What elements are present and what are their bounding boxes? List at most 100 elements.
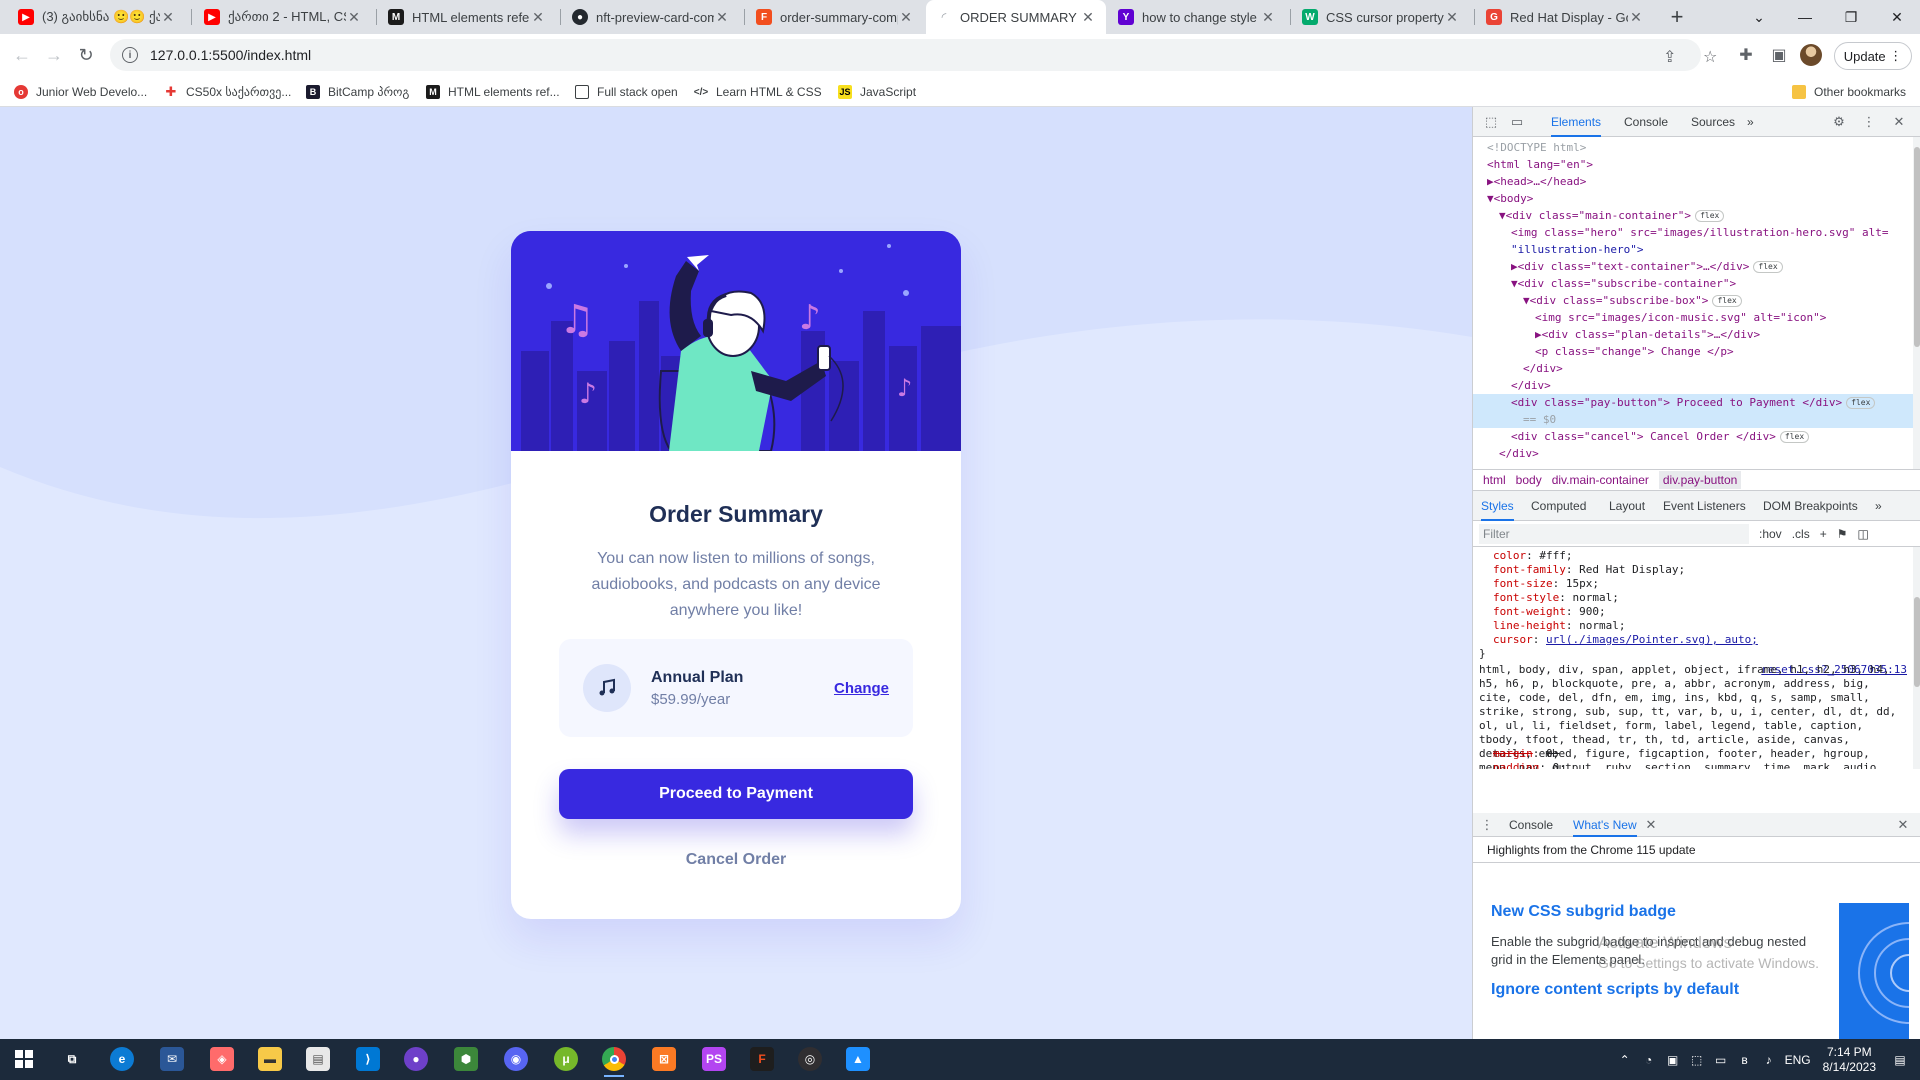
- minimize-button[interactable]: —: [1782, 0, 1828, 34]
- forward-button[interactable]: →: [40, 41, 68, 69]
- dom-line[interactable]: </div>: [1473, 377, 1913, 394]
- dom-line[interactable]: ▼<div class="subscribe-container">: [1473, 275, 1913, 292]
- dom-line[interactable]: </div>: [1473, 445, 1913, 462]
- close-icon[interactable]: ✕: [530, 9, 546, 26]
- xampp-icon[interactable]: ⊠: [652, 1047, 676, 1071]
- chrome-icon[interactable]: [602, 1047, 626, 1077]
- tab-search-icon[interactable]: ⌄: [1736, 0, 1782, 34]
- flex-badge[interactable]: flex: [1712, 295, 1742, 307]
- close-icon[interactable]: ✕: [346, 9, 362, 26]
- windows-start-icon[interactable]: [12, 1047, 36, 1071]
- more-tabs-icon[interactable]: »: [1875, 491, 1882, 521]
- side-panel-icon[interactable]: ▣: [1768, 44, 1790, 66]
- dom-line[interactable]: <p class="change"> Change </p>: [1473, 343, 1913, 360]
- extensions-icon[interactable]: ✚: [1735, 44, 1757, 66]
- kebab-menu-icon[interactable]: ⋮: [1479, 817, 1495, 833]
- close-icon[interactable]: ✕: [1080, 9, 1096, 26]
- tab-7[interactable]: W CSS cursor property ✕: [1292, 0, 1470, 34]
- tab-4[interactable]: F order-summary-comp ✕: [746, 0, 924, 34]
- other-bookmarks[interactable]: Other bookmarks: [1792, 82, 1906, 102]
- dom-line[interactable]: ▼<div class="main-container"> flex: [1473, 207, 1913, 224]
- bookmark-item[interactable]: Full stack open: [575, 82, 678, 102]
- hov-toggle[interactable]: :hov: [1759, 527, 1782, 541]
- drawer-tab-console[interactable]: Console: [1509, 813, 1553, 837]
- edge-icon[interactable]: e: [110, 1047, 134, 1071]
- tab-6[interactable]: Y how to change style in ✕: [1108, 0, 1286, 34]
- close-icon[interactable]: ✕: [1444, 9, 1460, 26]
- bookmark-item[interactable]: M HTML elements ref...: [426, 82, 560, 102]
- cancel-order-button[interactable]: Cancel Order: [511, 851, 961, 869]
- dom-scrollbar[interactable]: [1913, 137, 1920, 469]
- dom-line[interactable]: </div>: [1473, 360, 1913, 377]
- settings-gear-icon[interactable]: ⚙: [1831, 114, 1847, 130]
- figma-icon[interactable]: F: [750, 1047, 774, 1071]
- dom-line[interactable]: ▼<div class="subscribe-box"> flex: [1473, 292, 1913, 309]
- site-info-icon[interactable]: i: [122, 47, 138, 63]
- tab-console[interactable]: Console: [1624, 107, 1668, 137]
- bookmark-item[interactable]: ✚ CS50x საქართვე...: [164, 82, 291, 102]
- profile-avatar[interactable]: [1800, 44, 1822, 66]
- node-icon[interactable]: ⬢: [454, 1047, 478, 1071]
- flex-badge[interactable]: flex: [1846, 397, 1876, 409]
- css-declaration[interactable]: font-style: normal;: [1479, 591, 1913, 605]
- close-window-button[interactable]: ✕: [1874, 0, 1920, 34]
- css-declaration[interactable]: font-weight: 900;: [1479, 605, 1913, 619]
- dom-line-selected[interactable]: <div class="pay-button"> Proceed to Paym…: [1473, 394, 1913, 411]
- breadcrumb-item[interactable]: body: [1516, 473, 1542, 487]
- styles-scrollbar[interactable]: [1913, 547, 1920, 769]
- tray-app-icon[interactable]: ⬚: [1687, 1053, 1707, 1067]
- dom-line[interactable]: <div class="cancel"> Cancel Order </div>…: [1473, 428, 1913, 445]
- more-tabs-icon[interactable]: »: [1747, 107, 1754, 137]
- back-button[interactable]: ←: [8, 41, 36, 69]
- css-declaration[interactable]: padding: 0;: [1479, 761, 1913, 769]
- filter-input[interactable]: Filter: [1479, 523, 1749, 544]
- device-toolbar-icon[interactable]: ▭: [1509, 114, 1525, 130]
- github-desktop-icon[interactable]: ●: [404, 1047, 428, 1071]
- obs-icon[interactable]: ◎: [798, 1047, 822, 1071]
- bookmark-item[interactable]: B BitCamp პროგ: [306, 82, 409, 102]
- tab-5[interactable]: ◜ ORDER SUMMARY CC ✕: [926, 0, 1106, 34]
- photos-icon[interactable]: ▲: [846, 1047, 870, 1071]
- bookmark-item[interactable]: </> Learn HTML & CSS: [694, 82, 822, 102]
- inspect-element-icon[interactable]: ⬚: [1483, 114, 1499, 130]
- tab-sources[interactable]: Sources: [1691, 107, 1735, 137]
- breadcrumb-item[interactable]: html: [1483, 473, 1506, 487]
- flex-badge[interactable]: flex: [1695, 210, 1725, 222]
- dom-line[interactable]: <img src="images/icon-music.svg" alt="ic…: [1473, 309, 1913, 326]
- css-declaration[interactable]: font-family: Red Hat Display;: [1479, 563, 1913, 577]
- flex-badge[interactable]: flex: [1779, 431, 1810, 443]
- close-icon[interactable]: ✕: [1891, 114, 1907, 130]
- css-declaration[interactable]: font-size: 15px;: [1479, 577, 1913, 591]
- dom-line[interactable]: ▼<body>: [1473, 190, 1913, 207]
- breadcrumb-item-active[interactable]: div.pay-button: [1658, 471, 1742, 489]
- dom-line[interactable]: ▶<head>…</head>: [1473, 173, 1913, 190]
- chevron-up-icon[interactable]: ⌃: [1615, 1053, 1635, 1067]
- drawer-tab-whats-new[interactable]: What's New: [1573, 813, 1637, 837]
- dom-line[interactable]: "illustration-hero">: [1473, 241, 1913, 258]
- clock[interactable]: 7:14 PM 8/14/2023: [1823, 1045, 1876, 1075]
- cls-toggle[interactable]: .cls: [1792, 527, 1810, 541]
- share-icon[interactable]: ⇪: [1663, 47, 1676, 67]
- close-icon[interactable]: ✕: [1260, 9, 1276, 26]
- vscode-icon[interactable]: ⟩: [356, 1047, 380, 1071]
- css-declaration[interactable]: margin: 0;: [1479, 747, 1913, 761]
- kebab-menu-icon[interactable]: ⋮: [1861, 114, 1877, 130]
- css-declaration[interactable]: color: #fff;: [1479, 549, 1913, 563]
- phpstorm-icon[interactable]: PS: [702, 1047, 726, 1071]
- close-icon[interactable]: ✕: [1643, 817, 1659, 833]
- close-drawer-icon[interactable]: ✕: [1895, 817, 1911, 833]
- tab-8[interactable]: G Red Hat Display - Goo ✕: [1476, 0, 1654, 34]
- reload-button[interactable]: ↻: [72, 41, 100, 69]
- close-icon[interactable]: ✕: [898, 9, 914, 26]
- tab-3[interactable]: ● nft-preview-card-com ✕: [562, 0, 740, 34]
- whats-new-item-title[interactable]: New CSS subgrid badge: [1491, 903, 1676, 921]
- app-icon[interactable]: ◈: [210, 1047, 234, 1071]
- tab-dom-breakpoints[interactable]: DOM Breakpoints: [1763, 491, 1858, 521]
- proceed-to-payment-button[interactable]: Proceed to Payment: [559, 769, 913, 819]
- notepad-icon[interactable]: ▤: [306, 1047, 330, 1071]
- notification-icon[interactable]: ▤: [1890, 1053, 1910, 1067]
- whats-new-item-title[interactable]: Ignore content scripts by default: [1491, 981, 1739, 999]
- tab-elements[interactable]: Elements: [1551, 107, 1602, 137]
- network-icon[interactable]: ◔: [1639, 1053, 1659, 1067]
- bookmark-item[interactable]: o Junior Web Develo...: [14, 82, 147, 102]
